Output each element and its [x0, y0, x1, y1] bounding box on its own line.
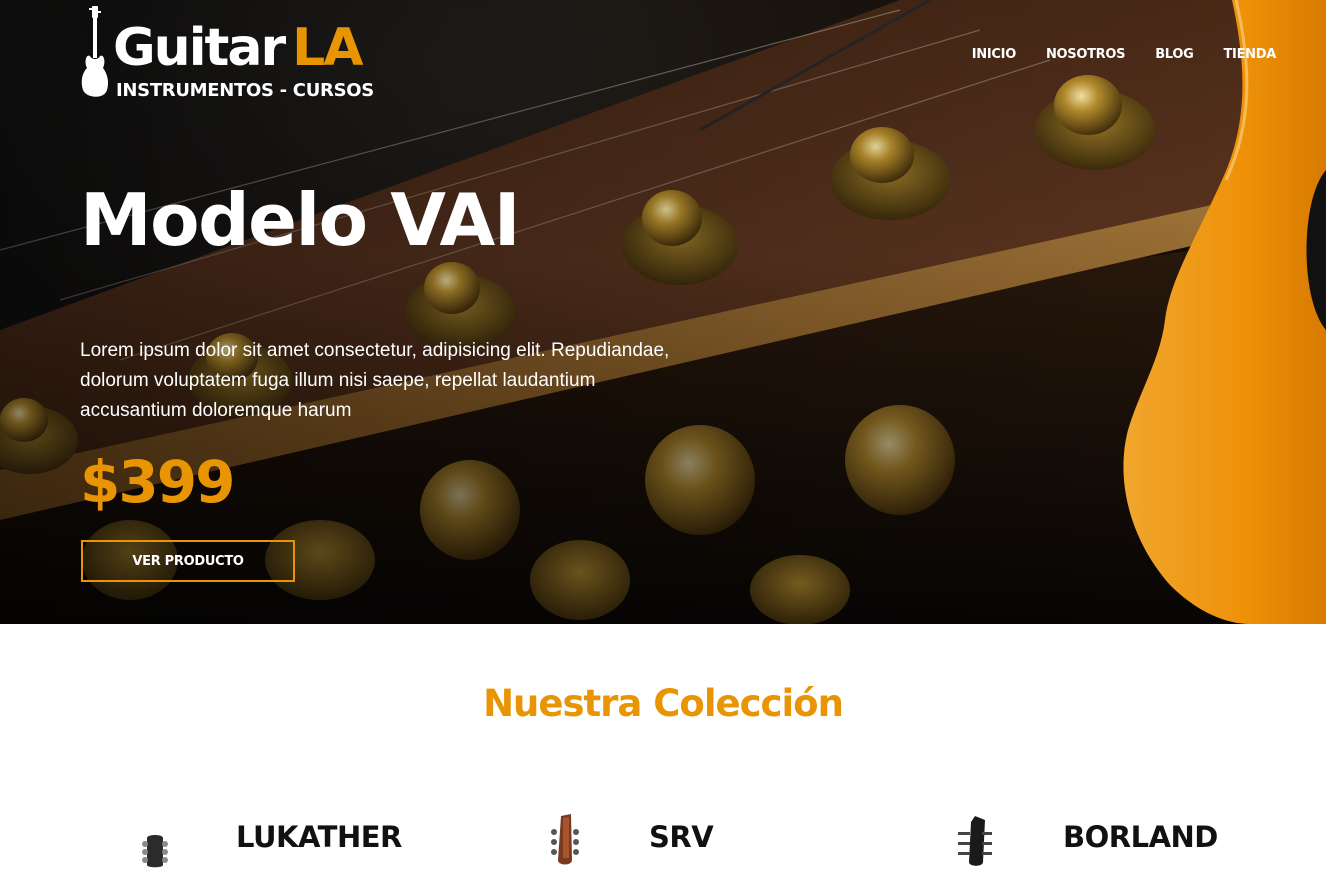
nav-link-inicio[interactable]: INICIO [972, 47, 1016, 62]
guitar-headstock-icon [958, 816, 992, 866]
guitar-headstock-icon [142, 835, 168, 868]
hero-title: Modelo VAI [80, 178, 521, 262]
product-name[interactable]: BORLAND [1063, 820, 1218, 854]
brand-name-accent: LA [292, 18, 363, 78]
logo-link[interactable]: Guitar LA INSTRUMENTOS - CURSOS [80, 6, 390, 102]
view-product-button[interactable]: VER PRODUCTO [81, 540, 295, 582]
nav-link-blog[interactable]: BLOG [1155, 47, 1194, 62]
main-nav: INICIO NOSOTROS BLOG TIENDA [972, 47, 1277, 62]
hero-section: Guitar LA INSTRUMENTOS - CURSOS INICIO NO… [0, 0, 1326, 624]
hero-description: Lorem ipsum dolor sit amet consectetur, … [80, 340, 670, 421]
brand-name: Guitar LA [113, 18, 364, 78]
nav-link-tienda[interactable]: TIENDA [1223, 47, 1276, 62]
electric-guitar-icon [81, 6, 109, 97]
product-name[interactable]: SRV [649, 820, 714, 854]
product-name[interactable]: LUKATHER [236, 820, 402, 854]
nav-link-nosotros[interactable]: NOSOTROS [1046, 47, 1126, 62]
brand-name-primary: Guitar [113, 18, 286, 78]
guitar-headstock-icon [551, 814, 579, 865]
hero-price: $399 [80, 448, 235, 516]
brand-tagline: INSTRUMENTOS - CURSOS [116, 80, 374, 101]
collection-title: Nuestra Colección [483, 682, 844, 725]
